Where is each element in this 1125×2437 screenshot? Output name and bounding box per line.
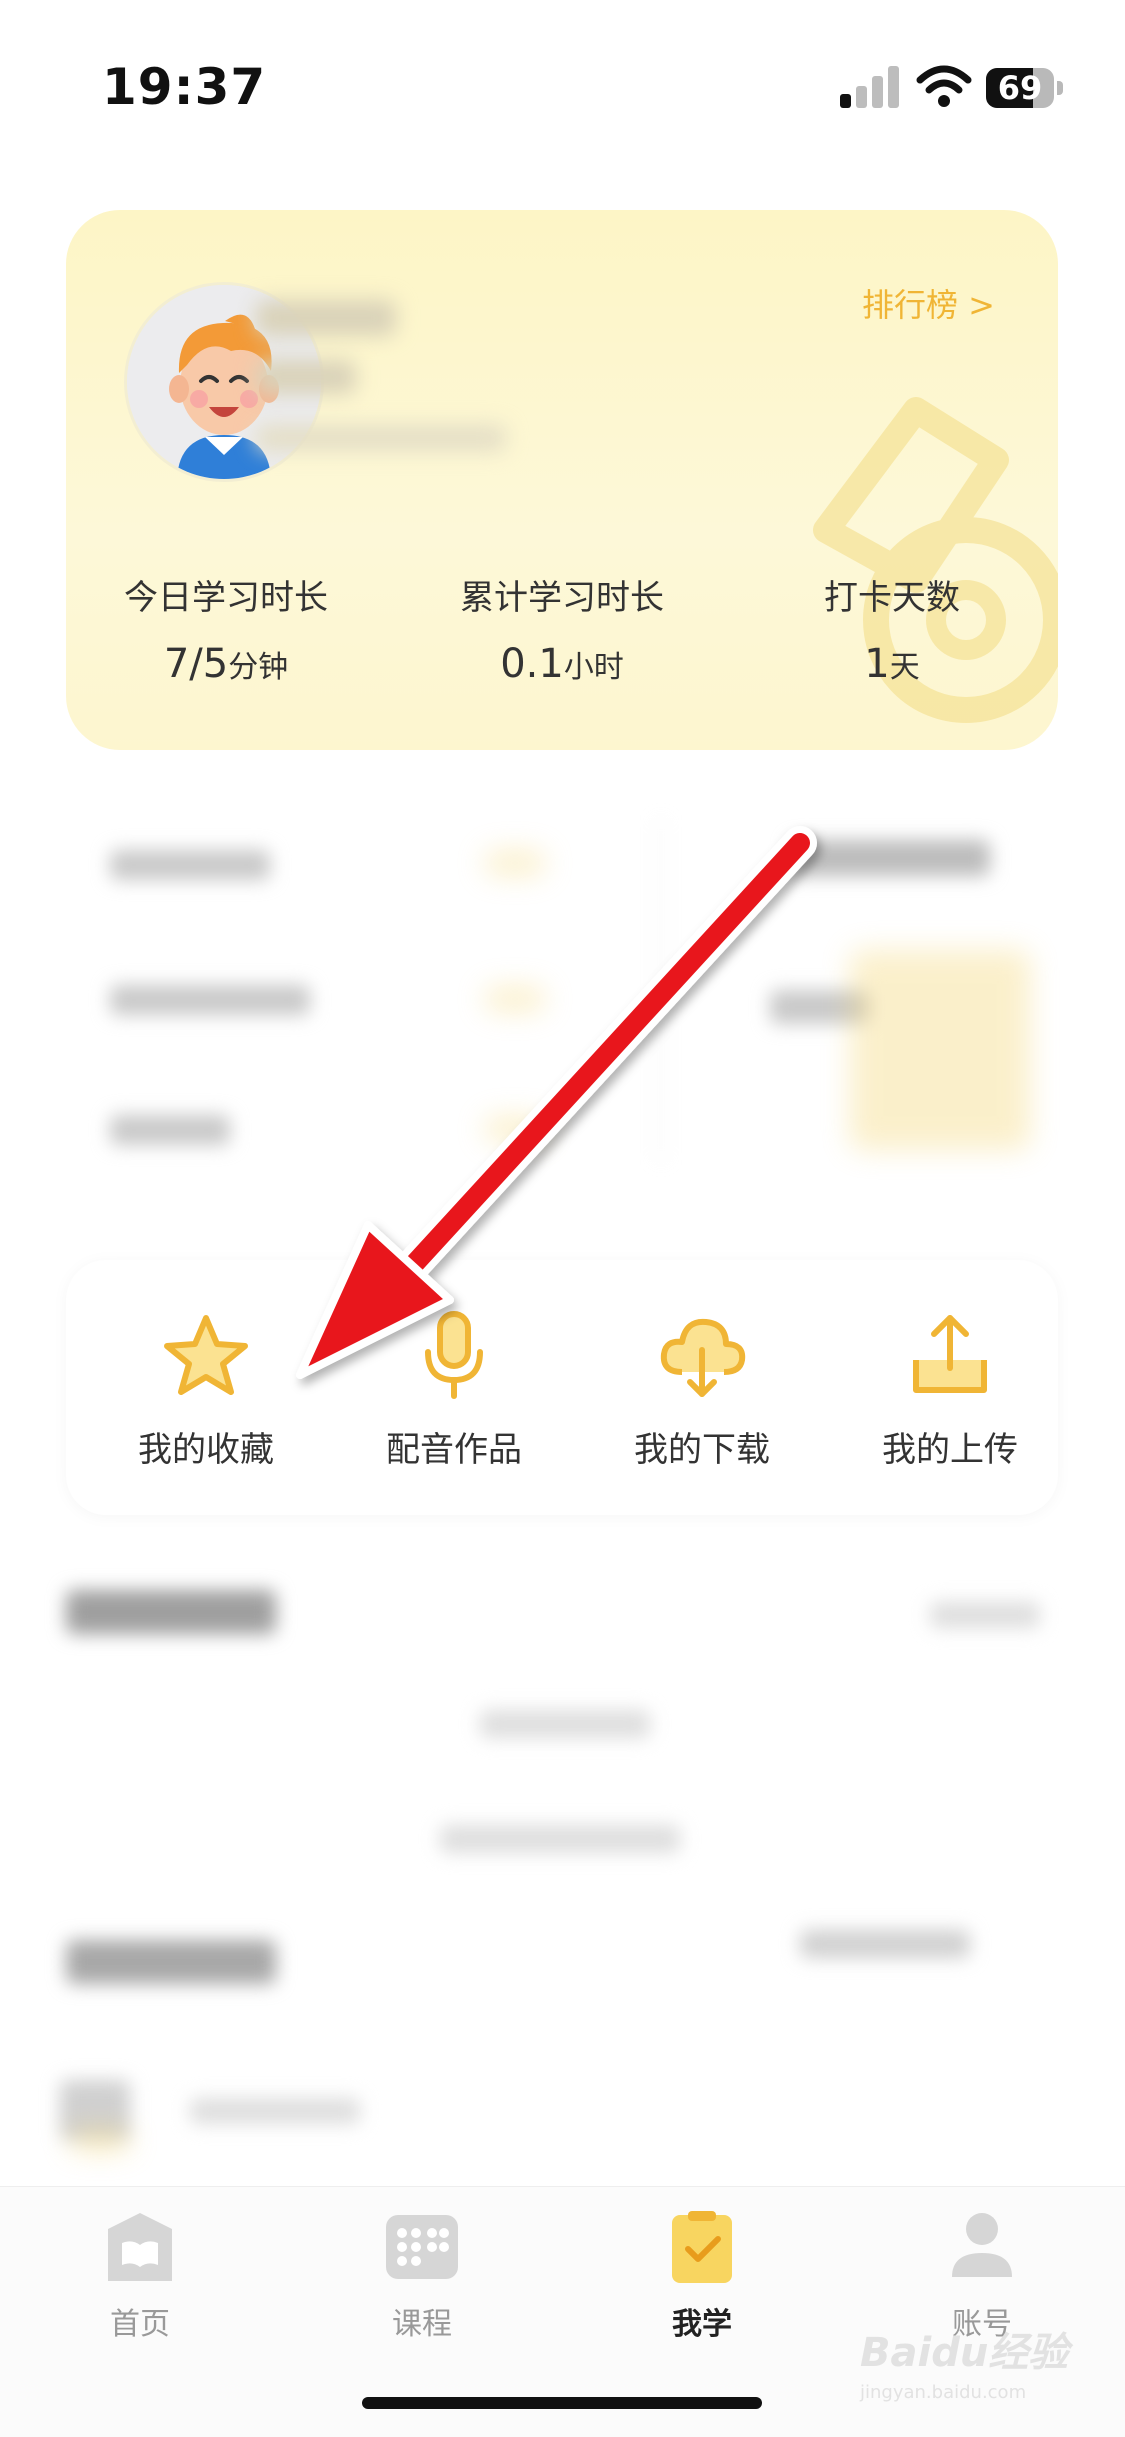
stat-label: 今日学习时长	[124, 578, 328, 618]
dubbing-works-button[interactable]: 配音作品	[344, 1310, 564, 1471]
home-indicator[interactable]	[362, 2397, 762, 2409]
stat-value: 0.1	[500, 641, 564, 687]
status-time: 19:37	[102, 58, 267, 116]
stat-today-study-time: 今日学习时长 7/5分钟	[76, 570, 376, 687]
profile-card: 排行榜 > 今日学习时长 7/5分钟 累计学习时长 0.1小时 打卡天数 1天	[66, 210, 1058, 750]
wifi-icon	[916, 65, 972, 107]
microphone-icon	[425, 1311, 483, 1399]
battery-level: 69	[997, 69, 1043, 107]
blurred-content-section	[70, 790, 1060, 1210]
leaderboard-link[interactable]: 排行榜 >	[862, 280, 995, 326]
my-uploads-button[interactable]: 我的上传	[840, 1310, 1060, 1471]
course-grid-icon	[386, 2215, 458, 2279]
my-favorites-button[interactable]: 我的收藏	[96, 1310, 316, 1471]
stat-value: 1	[864, 641, 890, 687]
tab-label: 首页	[110, 2307, 170, 2342]
status-bar: 19:37 69	[0, 0, 1125, 150]
stat-unit: 分钟	[228, 650, 289, 685]
tab-label: 课程	[392, 2307, 452, 2342]
clipboard-check-icon	[672, 2211, 732, 2283]
watermark-brand: Baidu经验	[860, 2330, 1069, 2376]
battery-icon: 69	[986, 68, 1066, 108]
feature-label: 我的下载	[634, 1430, 770, 1470]
feature-card: 我的收藏 配音作品 我的下载 我的上传	[66, 1260, 1058, 1515]
watermark: Baidu经验 jingyan.baidu.com	[860, 2320, 1090, 2410]
upload-icon	[913, 1315, 987, 1393]
stat-label: 累计学习时长	[460, 578, 664, 618]
blurred-lower-section	[0, 1560, 1125, 2180]
watermark-url: jingyan.baidu.com	[860, 2382, 1027, 2403]
stat-label: 打卡天数	[824, 578, 960, 618]
tab-home[interactable]: 首页	[40, 2209, 240, 2343]
stat-value: 7/5	[163, 641, 229, 687]
stat-checkin-days: 打卡天数 1天	[742, 570, 1042, 687]
tab-my-study[interactable]: 我学	[602, 2209, 802, 2343]
cloud-download-icon	[660, 1318, 746, 1397]
stat-unit: 天	[889, 650, 920, 685]
account-person-icon	[952, 2213, 1012, 2277]
feature-label: 配音作品	[386, 1430, 522, 1470]
stat-total-study-time: 累计学习时长 0.1小时	[412, 570, 712, 687]
feature-label: 我的收藏	[138, 1430, 274, 1470]
tab-label: 我学	[672, 2307, 732, 2342]
my-downloads-button[interactable]: 我的下载	[592, 1310, 812, 1471]
cellular-signal-icon	[840, 66, 899, 108]
home-book-icon	[108, 2213, 172, 2281]
stat-unit: 小时	[563, 650, 624, 685]
star-icon	[164, 1315, 248, 1395]
feature-label: 我的上传	[882, 1430, 1018, 1470]
tab-courses[interactable]: 课程	[322, 2209, 522, 2343]
